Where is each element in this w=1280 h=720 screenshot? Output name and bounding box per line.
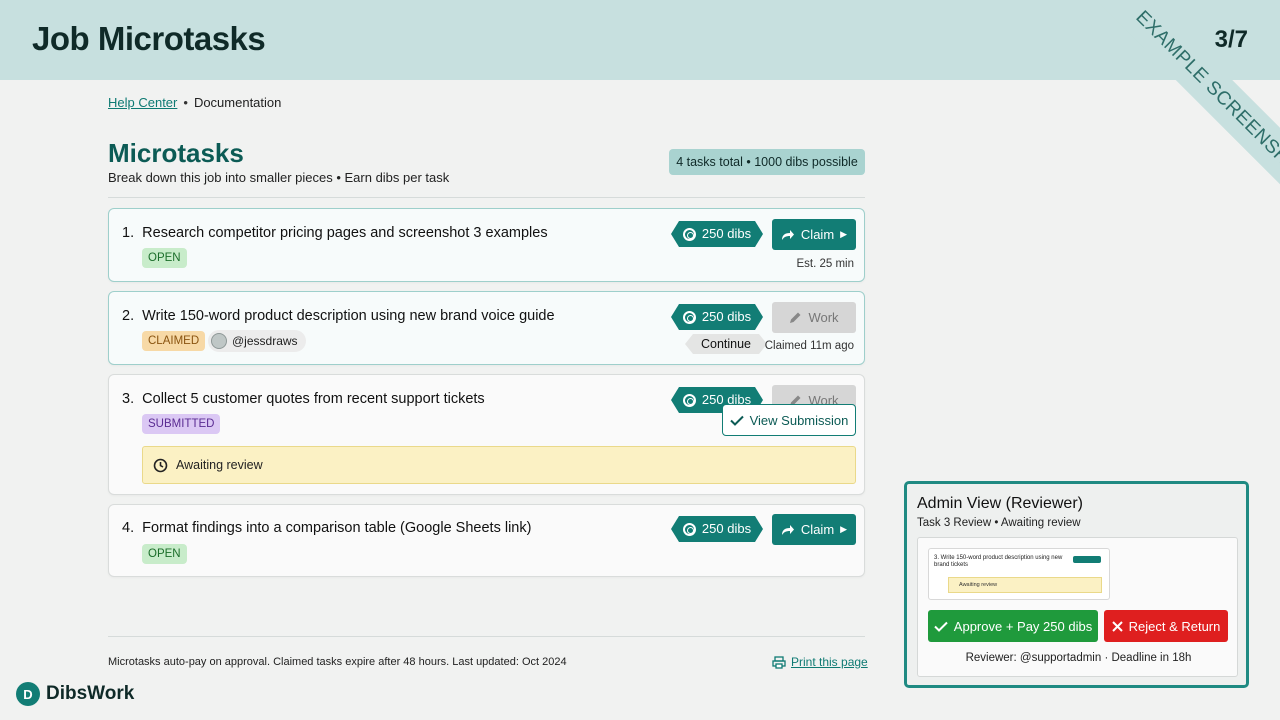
play-icon: ▶ xyxy=(840,229,848,239)
admin-review-panel: 3. Write 150-word product description us… xyxy=(917,537,1238,677)
task-title: 1. Research competitor pricing pages and… xyxy=(122,225,548,241)
task-title: 3. Collect 5 customer quotes from recent… xyxy=(122,391,485,407)
dibs-logo-icon: D xyxy=(16,682,40,706)
clock-icon xyxy=(153,458,168,472)
admin-title: Admin View (Reviewer) xyxy=(917,495,1083,512)
claimed-time-text: Claimed 11m ago xyxy=(764,340,854,352)
claim-button-label: Claim xyxy=(800,227,835,242)
status-badge: CLAIMED xyxy=(142,331,206,351)
printer-icon xyxy=(772,655,786,669)
thumbnail-status: Awaiting review xyxy=(948,577,1102,593)
claim-button-label: Claim xyxy=(800,522,835,537)
awaiting-review-text: Awaiting review xyxy=(176,458,263,472)
footer-divider xyxy=(108,636,865,637)
divider xyxy=(108,197,865,198)
app-title: Job Microtasks xyxy=(32,20,266,57)
breadcrumb-help-center-link[interactable]: Help Center xyxy=(108,95,177,110)
task-title: 4. Format findings into a comparison tab… xyxy=(122,520,532,536)
task-card-4: 4. Format findings into a comparison tab… xyxy=(108,504,865,577)
dibs-reward-tag: 250 dibs xyxy=(671,221,763,247)
estimate-text: Est. 25 min xyxy=(796,258,854,270)
task-card-1: 1. Research competitor pricing pages and… xyxy=(108,208,865,282)
approve-pay-button[interactable]: Approve + Pay 250 dibs xyxy=(928,610,1098,642)
admin-review-card: Admin View (Reviewer) Task 3 Review • Aw… xyxy=(904,481,1249,688)
dibs-amount: 250 dibs xyxy=(701,309,752,324)
coin-icon xyxy=(683,311,696,324)
pencil-icon xyxy=(790,312,801,323)
assignee-chip[interactable]: @jessdraws xyxy=(208,330,306,352)
task-card-3: 3. Collect 5 customer quotes from recent… xyxy=(108,374,865,495)
thumbnail-title: 3. Write 150-word product description us… xyxy=(934,555,1063,568)
breadcrumb: Help Center • Documentation xyxy=(108,95,281,110)
brand-logo: D DibsWork xyxy=(16,682,134,706)
print-page-link[interactable]: Print this page xyxy=(772,655,868,669)
dibs-reward-tag: 250 dibs xyxy=(671,516,763,542)
check-icon xyxy=(729,415,744,426)
breadcrumb-separator: • xyxy=(183,95,188,110)
admin-subtitle: Task 3 Review • Awaiting review xyxy=(917,517,1081,529)
view-submission-label: View Submission xyxy=(749,412,849,428)
status-badge: SUBMITTED xyxy=(142,414,221,434)
task-card-2: 2. Write 150-word product description us… xyxy=(108,291,865,365)
reject-return-button[interactable]: Reject & Return xyxy=(1104,610,1228,642)
share-arrow-icon xyxy=(781,229,794,240)
work-button[interactable]: Work xyxy=(772,302,856,333)
share-arrow-icon xyxy=(781,524,794,535)
print-page-label: Print this page xyxy=(791,655,868,669)
coin-icon xyxy=(683,228,696,241)
thumbnail-pill xyxy=(1073,556,1101,563)
brand-name: DibsWork xyxy=(46,683,135,704)
task-title: 2. Write 150-word product description us… xyxy=(122,308,555,324)
avatar xyxy=(211,333,227,349)
play-icon: ▶ xyxy=(840,524,848,534)
coin-icon xyxy=(683,523,696,536)
status-badge: OPEN xyxy=(142,248,187,268)
reject-return-label: Reject & Return xyxy=(1128,618,1221,634)
page-subtitle: Break down this job into smaller pieces … xyxy=(108,170,450,185)
assignee-name: @jessdraws xyxy=(232,334,298,348)
check-icon xyxy=(934,621,948,632)
submission-thumbnail[interactable]: 3. Write 150-word product description us… xyxy=(928,548,1110,600)
page-counter: 3/7 xyxy=(1214,26,1248,53)
awaiting-review-banner: Awaiting review xyxy=(142,446,856,484)
dibs-reward-tag: 250 dibs xyxy=(671,304,763,330)
dibs-amount: 250 dibs xyxy=(701,521,752,536)
summary-badge: 4 tasks total • 1000 dibs possible xyxy=(669,149,865,175)
claim-button[interactable]: Claim ▶ xyxy=(772,219,856,250)
reviewer-deadline-text: Reviewer: @supportadmin · Deadline in 18… xyxy=(965,652,1192,664)
continue-button[interactable]: Continue xyxy=(685,334,767,354)
close-icon xyxy=(1111,620,1123,632)
breadcrumb-current: Documentation xyxy=(193,95,282,110)
view-submission-button[interactable]: View Submission xyxy=(722,404,856,436)
footer-note: Microtasks auto-pay on approval. Claimed… xyxy=(108,656,567,668)
status-badge: OPEN xyxy=(142,544,187,564)
approve-pay-label: Approve + Pay 250 dibs xyxy=(953,618,1093,634)
claim-button[interactable]: Claim ▶ xyxy=(772,514,856,545)
coin-icon xyxy=(683,394,696,407)
work-button-label: Work xyxy=(808,310,839,325)
page-title: Microtasks xyxy=(108,138,244,168)
top-header: Job Microtasks 3/7 xyxy=(0,0,1280,80)
dibs-amount: 250 dibs xyxy=(701,226,752,241)
